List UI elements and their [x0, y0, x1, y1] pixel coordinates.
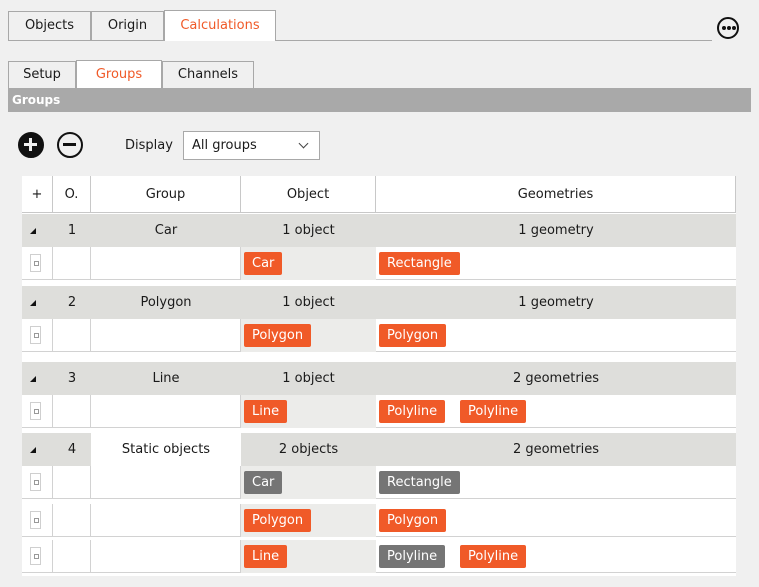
group-row[interactable]: 2 Polygon 1 object 1 geometry: [22, 286, 736, 319]
object-row: Polygon Polygon: [22, 319, 736, 352]
object-chip[interactable]: Line: [244, 545, 288, 568]
groups-table: + O. Group Object Geometries 1 Car 1 obj…: [22, 176, 736, 576]
group-row[interactable]: 3 Line 1 object 2 geometries: [22, 362, 736, 395]
tab-origin[interactable]: Origin: [91, 11, 164, 40]
geometry-chip[interactable]: Polyline: [379, 400, 446, 423]
section-title: Groups: [8, 88, 751, 112]
group-object-count: 1 object: [282, 295, 335, 310]
object-row: Polygon Polygon: [22, 504, 736, 537]
more-options-icon[interactable]: [717, 17, 739, 39]
geometry-chip[interactable]: Polygon: [379, 324, 447, 347]
tab-groups[interactable]: Groups: [76, 60, 162, 89]
minus-circle-icon[interactable]: [57, 132, 83, 158]
group-geometry-count: 1 geometry: [518, 295, 594, 310]
group-name[interactable]: Static objects: [91, 433, 241, 466]
group-object-count: 2 objects: [278, 442, 339, 457]
collapse-triangle-icon[interactable]: [30, 376, 36, 382]
main-tab-bar: Objects Origin Calculations: [8, 10, 712, 41]
object-row: Line Polyline Polyline: [22, 395, 736, 428]
group-row[interactable]: 4 Static objects 2 objects 2 geometries: [22, 433, 736, 466]
geometry-chip[interactable]: Polyline: [460, 400, 527, 423]
group-row[interactable]: 1 Car 1 object 1 geometry: [22, 214, 736, 247]
col-header-object[interactable]: Object: [241, 176, 376, 213]
display-select[interactable]: All groups: [183, 131, 320, 160]
row-handle-icon[interactable]: [30, 326, 41, 344]
tab-setup[interactable]: Setup: [8, 61, 76, 88]
group-object-count: 1 object: [282, 371, 335, 386]
row-handle-icon[interactable]: [30, 402, 41, 420]
display-label: Display: [125, 138, 173, 153]
col-header-order[interactable]: O.: [53, 176, 91, 213]
collapse-triangle-icon[interactable]: [30, 300, 36, 306]
geometry-chip[interactable]: Rectangle: [379, 471, 460, 494]
geometry-chip[interactable]: Polygon: [379, 509, 447, 532]
col-header-geometries[interactable]: Geometries: [376, 176, 736, 213]
tab-channels[interactable]: Channels: [162, 61, 254, 88]
chevron-down-icon: [298, 138, 309, 149]
object-chip[interactable]: Polygon: [244, 324, 312, 347]
group-object-count: 1 object: [282, 223, 335, 238]
geometry-chip[interactable]: Polyline: [379, 545, 446, 568]
col-header-expand[interactable]: +: [22, 176, 53, 213]
sub-tab-bar: Setup Groups Channels: [8, 60, 751, 89]
row-handle-icon[interactable]: [30, 254, 41, 272]
object-row: Line Polyline Polyline: [22, 540, 736, 573]
group-geometry-count: 1 geometry: [518, 223, 594, 238]
group-order: 2: [67, 295, 77, 310]
group-name[interactable]: Car: [91, 214, 241, 247]
row-handle-icon[interactable]: [30, 511, 41, 529]
object-chip[interactable]: Line: [244, 400, 288, 423]
tab-objects[interactable]: Objects: [8, 11, 91, 40]
object-chip[interactable]: Car: [244, 471, 283, 494]
object-row: Car Rectangle: [22, 247, 736, 280]
geometry-chip[interactable]: Polyline: [460, 545, 527, 568]
group-name[interactable]: Line: [91, 362, 241, 395]
group-geometry-count: 2 geometries: [512, 371, 600, 386]
object-chip[interactable]: Polygon: [244, 509, 312, 532]
object-chip[interactable]: Car: [244, 252, 283, 275]
group-order: 1: [67, 223, 77, 238]
col-header-group[interactable]: Group: [91, 176, 241, 213]
group-name[interactable]: Polygon: [91, 286, 241, 319]
collapse-triangle-icon[interactable]: [30, 228, 36, 234]
row-handle-icon[interactable]: [30, 547, 41, 565]
display-select-value: All groups: [192, 138, 257, 153]
group-order: 3: [67, 371, 77, 386]
object-row: Car Rectangle: [22, 466, 736, 499]
tab-calculations[interactable]: Calculations: [164, 10, 276, 41]
group-order: 4: [67, 442, 77, 457]
geometry-chip[interactable]: Rectangle: [379, 252, 460, 275]
collapse-triangle-icon[interactable]: [30, 447, 36, 453]
plus-circle-icon[interactable]: [18, 132, 44, 158]
group-geometry-count: 2 geometries: [512, 442, 600, 457]
row-handle-icon[interactable]: [30, 473, 41, 491]
